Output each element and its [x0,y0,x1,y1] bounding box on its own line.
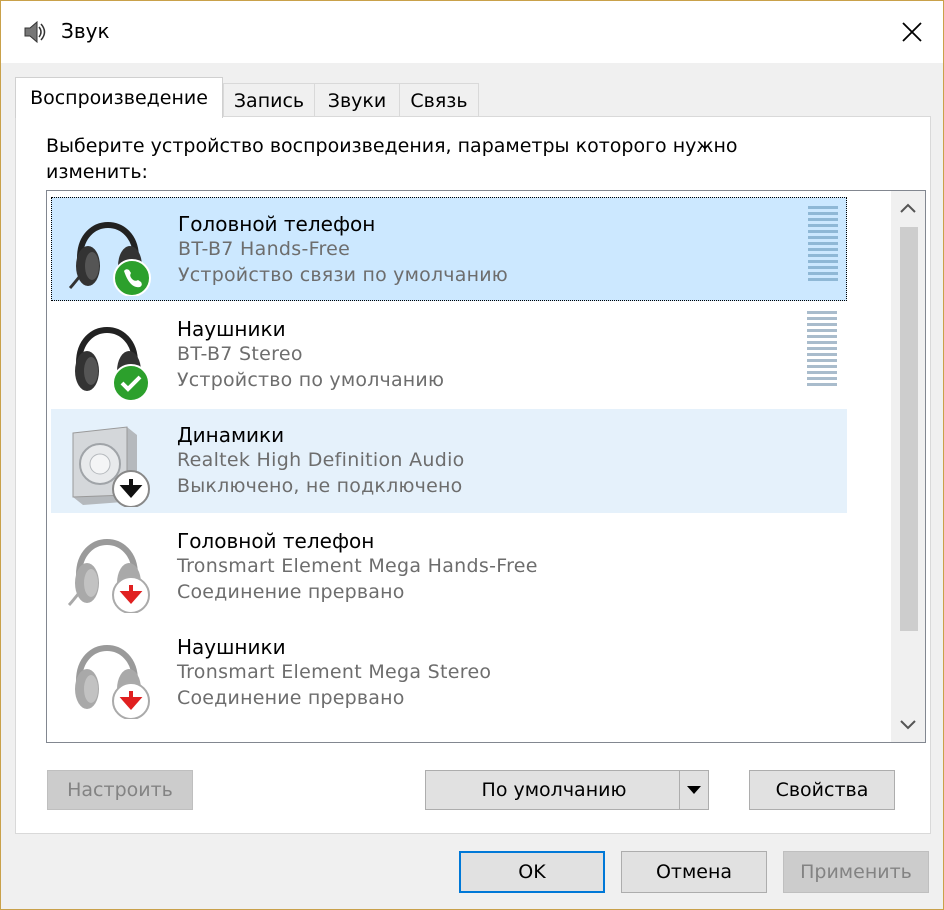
device-name: Головной телефон [178,212,376,236]
device-item[interactable]: Головной телефон Tronsmart Element Mega … [51,515,847,619]
device-name: Динамики [177,423,285,447]
device-item[interactable]: Наушники BT-B7 Stereo Устройство по умол… [51,303,847,407]
chevron-up-icon [900,203,916,213]
tab-playback[interactable]: Воспроизведение [15,77,223,118]
device-status: Выключено, не подключено [177,475,463,497]
title-bar[interactable]: Звук [1,1,943,63]
close-icon [902,22,922,42]
device-description: Realtek High Definition Audio [177,449,465,471]
device-name: Наушники [177,317,286,341]
configure-button[interactable]: Настроить [47,770,193,810]
device-status: Соединение прервано [177,687,405,709]
scroll-down-button[interactable] [891,708,925,742]
device-description: Tronsmart Element Mega Stereo [177,661,492,683]
headset-icon [68,222,151,296]
properties-button[interactable]: Свойства [749,770,895,810]
headphones-icon [75,327,150,401]
scroll-up-button[interactable] [891,191,925,225]
tab-panel-playback: Выберите устройство воспроизведения, пар… [15,116,931,834]
device-status: Устройство по умолчанию [177,369,445,391]
device-list[interactable]: Головной телефон BT-B7 Hands-Free Устрой… [46,190,926,743]
vertical-scrollbar[interactable] [891,191,925,742]
set-default-label: По умолчанию [481,779,627,801]
speaker-title-icon [24,20,46,44]
device-description: BT-B7 Hands-Free [178,238,351,260]
window-title: Звук [61,19,110,43]
device-name: Головной телефон [177,529,375,553]
device-item[interactable]: Наушники Tronsmart Element Mega Stereo С… [51,621,847,725]
sound-dialog: Звук Воспроизведение Запись Звуки Связь … [0,0,944,910]
tab-sounds[interactable]: Звуки [314,83,400,117]
device-name: Наушники [177,635,286,659]
scroll-thumb[interactable] [900,227,918,631]
device-description: Tronsmart Element Mega Hands-Free [177,555,538,577]
tab-recording[interactable]: Запись [223,83,315,117]
device-status: Соединение прервано [177,581,405,603]
cancel-button[interactable]: Отмена [621,851,767,893]
level-meter [807,311,837,386]
set-default-dropdown[interactable] [679,771,708,809]
close-button[interactable] [889,9,935,55]
speaker-icon [72,426,150,507]
tab-communications[interactable]: Связь [399,83,479,117]
device-item[interactable]: Головной телефон BT-B7 Hands-Free Устрой… [51,197,847,301]
device-description: BT-B7 Stereo [177,343,303,365]
ok-button[interactable]: OK [459,851,605,893]
apply-button[interactable]: Применить [783,851,929,893]
headset-icon [67,539,150,613]
dropdown-arrow-icon [687,786,701,794]
instruction-text: Выберите устройство воспроизведения, пар… [46,135,738,183]
device-item[interactable]: Динамики Realtek High Definition Audio В… [51,409,847,513]
device-status: Устройство связи по умолчанию [178,264,508,286]
set-default-button[interactable]: По умолчанию [425,770,709,810]
chevron-down-icon [900,720,916,730]
level-meter [808,206,838,281]
headphones-icon [75,645,150,719]
